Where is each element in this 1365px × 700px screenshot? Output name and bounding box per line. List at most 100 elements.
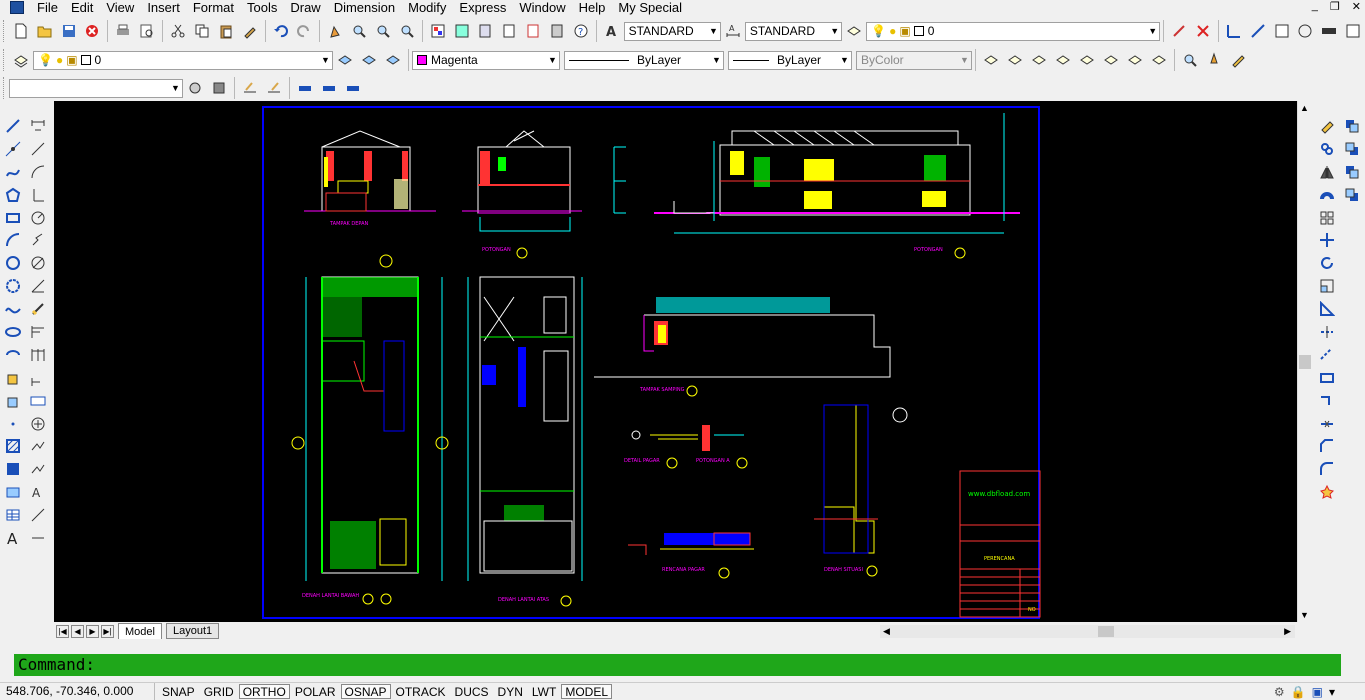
dim-tool-a-icon[interactable] xyxy=(294,77,316,99)
workspace-save-icon[interactable] xyxy=(208,77,230,99)
construction-line-icon[interactable] xyxy=(2,138,24,160)
make-block-icon[interactable] xyxy=(2,390,24,412)
layer-props-icon[interactable] xyxy=(843,20,865,42)
make-current-icon[interactable] xyxy=(1168,20,1190,42)
menu-format[interactable]: Format xyxy=(188,0,242,15)
layer-tool-1-icon[interactable] xyxy=(980,49,1002,71)
dim-tool-b-icon[interactable] xyxy=(318,77,340,99)
workspace-settings-icon[interactable] xyxy=(184,77,206,99)
dim-radius-icon[interactable] xyxy=(1295,20,1317,42)
close-icon[interactable]: ✕ xyxy=(1352,0,1361,13)
layer-tool-7-icon[interactable] xyxy=(1124,49,1146,71)
table-icon[interactable] xyxy=(2,504,24,526)
trim-icon[interactable] xyxy=(1316,321,1338,343)
scale-icon[interactable] xyxy=(1316,275,1338,297)
open-icon[interactable] xyxy=(34,20,56,42)
last-tab-icon[interactable]: ▶| xyxy=(101,624,114,638)
dim-baseline-icon[interactable] xyxy=(27,321,49,343)
pan-icon[interactable] xyxy=(324,20,346,42)
grid-toggle[interactable]: GRID xyxy=(200,684,238,699)
zoom-realtime-icon[interactable] xyxy=(348,20,370,42)
new-icon[interactable] xyxy=(10,20,32,42)
dim-continue-icon[interactable] xyxy=(27,344,49,366)
text-style-select[interactable]: STANDARD ▼ xyxy=(623,21,722,41)
polyline-icon[interactable] xyxy=(2,161,24,183)
scroll-thumb[interactable] xyxy=(1299,355,1311,369)
layer-select[interactable]: 💡 ● ▣ 0 ▼ xyxy=(33,50,333,70)
arc-icon[interactable] xyxy=(2,229,24,251)
circle-icon[interactable] xyxy=(2,252,24,274)
scroll-down-icon[interactable]: ▼ xyxy=(1300,610,1309,620)
menu-help[interactable]: Help xyxy=(574,0,614,15)
plotstyle-select[interactable]: ByColor ▼ xyxy=(856,50,972,70)
sheetset-icon[interactable] xyxy=(498,20,520,42)
color-select[interactable]: Magenta ▼ xyxy=(412,50,560,70)
draw-order-back-icon[interactable] xyxy=(1341,138,1363,160)
restore-icon[interactable]: ❐ xyxy=(1330,0,1340,13)
ellipse-arc-icon[interactable] xyxy=(2,344,24,366)
text-edit-icon[interactable] xyxy=(239,77,261,99)
first-tab-icon[interactable]: |◀ xyxy=(56,624,69,638)
menu-insert[interactable]: Insert xyxy=(142,0,188,15)
mirror-icon[interactable] xyxy=(1316,161,1338,183)
hatch-icon[interactable] xyxy=(2,435,24,457)
dim-style-icon[interactable]: A xyxy=(722,20,744,42)
menu-tools[interactable]: Tools xyxy=(242,0,285,15)
point-icon[interactable] xyxy=(2,413,24,435)
next-tab-icon[interactable]: ▶ xyxy=(86,624,99,638)
dim-edit-left-icon[interactable] xyxy=(27,435,49,457)
array-icon[interactable] xyxy=(1316,207,1338,229)
horizontal-scrollbar[interactable]: ◀ ▶ xyxy=(880,625,1295,638)
comm-center-icon[interactable]: ⚙ xyxy=(1274,685,1285,699)
polar-toggle[interactable]: POLAR xyxy=(291,684,340,699)
draw-order-front-icon[interactable] xyxy=(1341,115,1363,137)
layer-manager-icon[interactable] xyxy=(10,49,32,71)
workspace-select[interactable]: ▼ xyxy=(9,78,183,98)
layer-tool-2-icon[interactable] xyxy=(1004,49,1026,71)
fillet-icon[interactable] xyxy=(1316,458,1338,480)
draw-order-under-icon[interactable] xyxy=(1341,184,1363,206)
center-mark-icon[interactable] xyxy=(27,413,49,435)
menu-window[interactable]: Window xyxy=(514,0,573,15)
scroll-left-icon[interactable]: ◀ xyxy=(883,626,890,637)
spline-icon[interactable] xyxy=(2,298,24,320)
dim-ordinate-left-icon[interactable] xyxy=(27,184,49,206)
vertical-scrollbar[interactable]: ▲ ▼ xyxy=(1297,101,1312,622)
dim-tool-c-icon[interactable] xyxy=(342,77,364,99)
offset-icon[interactable] xyxy=(1316,184,1338,206)
menu-edit[interactable]: Edit xyxy=(66,0,101,15)
brush-icon[interactable] xyxy=(1203,49,1225,71)
matchprop-icon[interactable] xyxy=(239,20,261,42)
chamfer-icon[interactable] xyxy=(1316,435,1338,457)
dim-jogged-icon[interactable] xyxy=(27,229,49,251)
text-justify-icon[interactable] xyxy=(263,77,285,99)
tolerance-icon[interactable] xyxy=(27,390,49,412)
layer-tool-6-icon[interactable] xyxy=(1100,49,1122,71)
dim-edit-icon[interactable] xyxy=(1318,20,1340,42)
otrack-toggle[interactable]: OTRACK xyxy=(392,684,450,699)
break-point-icon[interactable] xyxy=(1316,367,1338,389)
make-object-layer-icon[interactable] xyxy=(334,49,356,71)
layer-select-top[interactable]: 💡 ● ▣ 0 ▼ xyxy=(866,21,1161,41)
dim-override-icon[interactable] xyxy=(27,527,49,549)
menu-dimension[interactable]: Dimension xyxy=(329,0,403,15)
text-style-icon[interactable]: A xyxy=(601,20,623,42)
app-icon[interactable] xyxy=(10,1,24,14)
quick-leader-icon[interactable] xyxy=(27,367,49,389)
markup-icon[interactable] xyxy=(522,20,544,42)
layer-tool-3-icon[interactable] xyxy=(1028,49,1050,71)
minimize-icon[interactable]: _ xyxy=(1312,0,1318,13)
stretch-icon[interactable] xyxy=(1316,298,1338,320)
line-icon[interactable] xyxy=(2,115,24,137)
layer-tool-8-icon[interactable] xyxy=(1148,49,1170,71)
dim-linear-icon[interactable] xyxy=(1223,20,1245,42)
tab-model[interactable]: Model xyxy=(118,623,162,639)
dim-angular-icon[interactable] xyxy=(27,275,49,297)
snap-toggle[interactable]: SNAP xyxy=(158,684,199,699)
revcloud-icon[interactable] xyxy=(2,275,24,297)
region-icon[interactable] xyxy=(2,481,24,503)
prev-tab-icon[interactable]: ◀ xyxy=(71,624,84,638)
dim-ordinate-icon[interactable] xyxy=(1271,20,1293,42)
dim-arc-icon[interactable] xyxy=(27,161,49,183)
explode-icon[interactable] xyxy=(1316,481,1338,503)
